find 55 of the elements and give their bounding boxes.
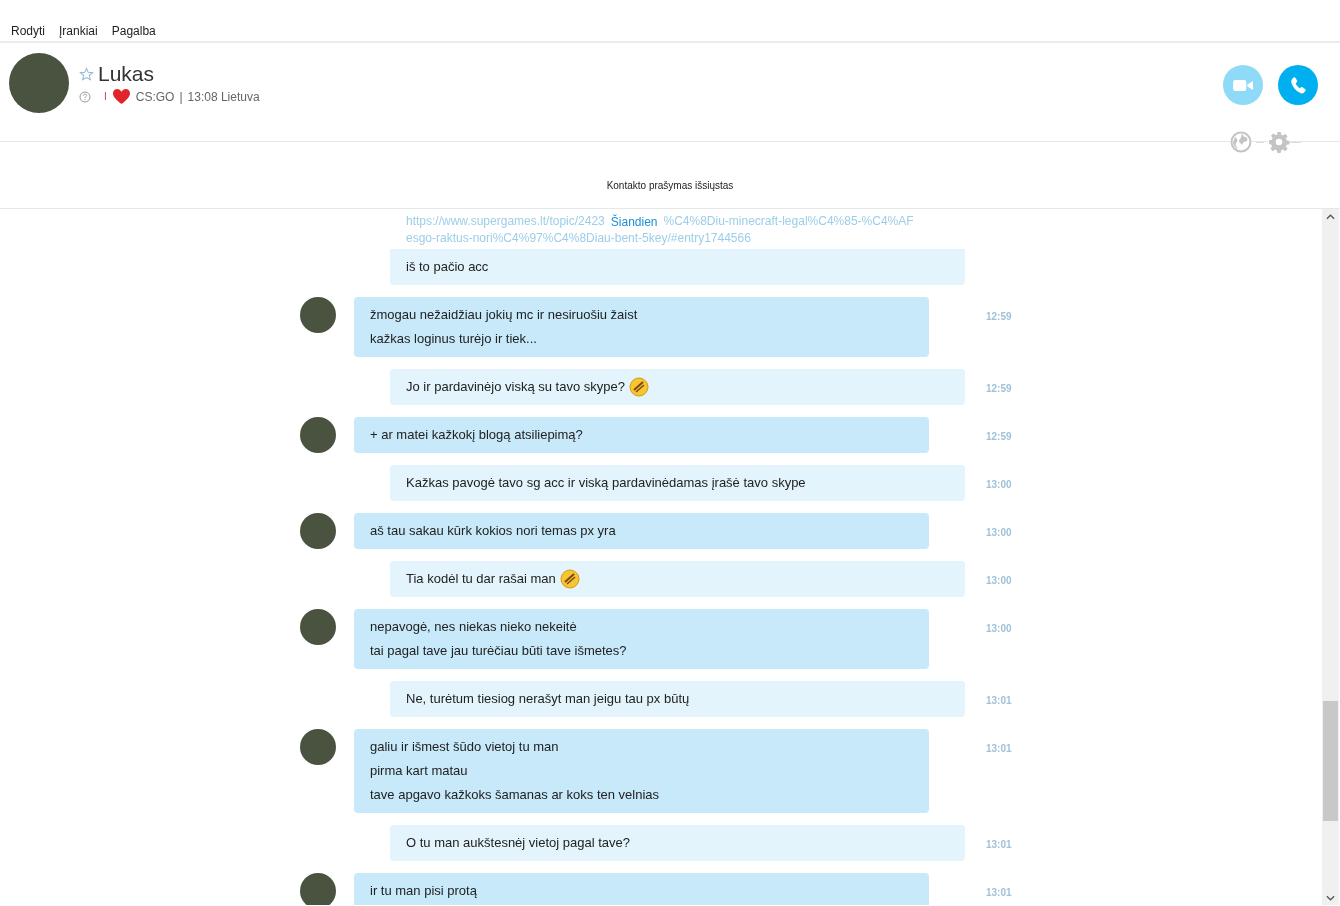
message-time: 12:59 <box>986 310 1012 324</box>
message-text: žmogau nežaidžiau jokių mc ir nesiruošiu žaist <box>370 306 638 324</box>
message-time: 13:01 <box>986 886 1012 900</box>
globe-icon[interactable] <box>1230 131 1252 153</box>
separator-text: | <box>179 89 183 104</box>
mood-text: I <box>104 89 107 104</box>
message-text: iš to pačio acc <box>406 258 489 276</box>
message-text: Ne, turėtum tiesiog nerašyt man jeigu tau px būtų <box>406 690 690 708</box>
message-text: + ar matei kažkokį blogą atsiliepimą? <box>370 426 583 444</box>
call-button[interactable] <box>1278 65 1318 105</box>
message-text: O tu man aukštesnėj vietoj pagal tave? <box>406 834 631 852</box>
video-camera-icon <box>1233 79 1253 91</box>
message-text: nepavogė, nes niekas nieko nekeitė <box>370 618 577 636</box>
message-time: 12:59 <box>986 430 1012 444</box>
message-text: Kažkas pavogė tavo sg acc ir viską pardavinėdamas įrašė tavo skype <box>406 474 806 492</box>
contact-avatar <box>300 417 336 453</box>
mood-text: CS:GO <box>135 89 175 104</box>
message-time: 13:01 <box>986 838 1012 852</box>
date-divider: Šiandien <box>610 213 658 230</box>
phone-icon <box>1290 76 1306 94</box>
message-time: 13:00 <box>986 526 1012 540</box>
contact-avatar <box>300 513 336 549</box>
message-text: aš tau sakau kūrk kokios nori temas px yra <box>370 522 616 540</box>
message-time: 13:01 <box>986 694 1012 708</box>
message-text: Tia kodėl tu dar rašai man <box>406 570 556 588</box>
local-time: 13:08 Lietuva <box>187 89 260 104</box>
message-text: galiu ir išmest šūdo vietoj tu man <box>370 738 559 756</box>
contact-avatar <box>300 609 336 645</box>
contact-avatar <box>9 53 69 113</box>
help-icon <box>79 90 91 103</box>
message-text: pirma kart matau <box>370 762 468 780</box>
video-call-button[interactable] <box>1223 65 1263 105</box>
menu-item[interactable]: Rodyti <box>11 23 45 40</box>
message-text: Jo ir pardavinėjo viską su tavo skype? <box>406 378 625 396</box>
message-text: ir tu man pisi protą <box>370 882 477 900</box>
notice-text: Kontakto prašymas išsiųstas <box>0 179 1340 209</box>
message-text: tai pagal tave jau turėčiau būti tave išmetes? <box>370 642 627 660</box>
heart-icon <box>111 88 131 105</box>
menu-item[interactable]: Įrankiai <box>59 23 98 40</box>
menu-item[interactable]: Pagalba <box>111 23 156 40</box>
contact-avatar <box>300 297 336 333</box>
message-time: 13:01 <box>986 742 1012 756</box>
scrollbar[interactable] <box>1322 209 1339 905</box>
settings-icon[interactable] <box>1268 131 1290 153</box>
message-text: tave apgavo kažkoks šamanas ar koks ten velnias <box>370 786 660 804</box>
contact-avatar <box>300 873 336 905</box>
message-time: 12:59 <box>986 382 1012 396</box>
message-time: 13:00 <box>986 622 1012 636</box>
contact-name: Lukas <box>98 62 155 86</box>
scrollbar-thumb[interactable] <box>1323 701 1338 821</box>
star-icon[interactable] <box>79 66 94 82</box>
message-time: 13:00 <box>986 478 1012 492</box>
message-text: kažkas loginus turėjo ir tiek... <box>370 330 537 348</box>
message-time: 13:00 <box>986 574 1012 588</box>
contact-avatar <box>300 729 336 765</box>
